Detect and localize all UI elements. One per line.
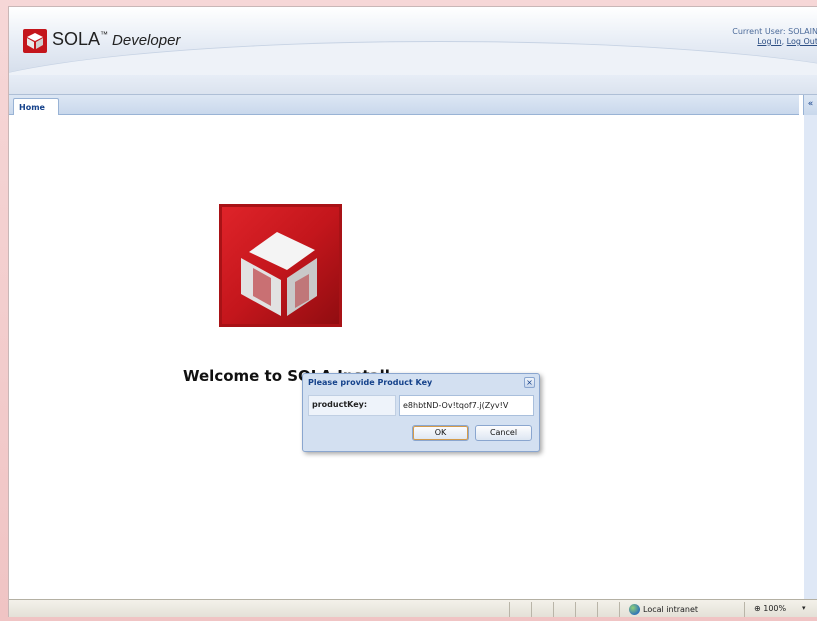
status-divider [597,602,598,617]
app-header: SOLA™ Developer Current User: SOLAIN Log … [9,7,817,75]
zoom-dropdown-icon[interactable]: ▾ [802,604,806,612]
login-link[interactable]: Log In [757,37,781,46]
status-divider [744,602,745,617]
status-divider [619,602,620,617]
trademark-mark: ™ [100,30,109,39]
cancel-button[interactable]: Cancel [475,425,532,441]
security-zone: Local intranet [629,604,698,615]
product-key-dialog: Please provide Product Key × productKey:… [302,373,540,452]
ok-button[interactable]: OK [412,425,469,441]
current-user-label: Current User: SOLAIN [732,27,817,36]
brand-name: SOLA [52,29,101,49]
product-key-label: productKey: [308,395,396,416]
auth-links: Log In, Log Out [732,37,817,46]
brand-title: SOLA™ Developer [52,29,180,50]
brand-edition: Developer [112,32,181,49]
status-bar: Local intranet ⊕ 100% ▾ [9,599,817,617]
collapsed-side-panel[interactable] [803,115,817,599]
status-divider [575,602,576,617]
status-divider [553,602,554,617]
tab-strip: Home [9,95,799,116]
browser-window: SOLA™ Developer Current User: SOLAIN Log … [8,6,817,617]
sola-large-logo-icon [219,204,342,327]
home-panel: Welcome to SOLA Install Please provide P… [9,115,804,599]
collapse-panel-icon[interactable]: « [803,95,817,115]
tab-home[interactable]: Home [13,98,59,116]
status-divider [509,602,510,617]
dialog-body: productKey: OK Cancel [308,392,535,447]
zoom-level: 100% [763,604,787,613]
globe-icon [629,604,640,615]
header-band [9,75,817,95]
status-divider [531,602,532,617]
zone-label: Local intranet [643,605,699,614]
product-key-input[interactable] [399,395,534,416]
sola-logo-icon [23,29,47,53]
logout-link[interactable]: Log Out [787,37,817,46]
close-icon[interactable]: × [524,377,535,388]
dialog-title: Please provide Product Key [308,378,433,387]
current-user-info: Current User: SOLAIN Log In, Log Out [732,27,817,46]
link-separator: , [781,37,785,46]
zoom-control[interactable]: ⊕ 100% [754,604,786,613]
magnifier-icon: ⊕ [754,604,761,613]
